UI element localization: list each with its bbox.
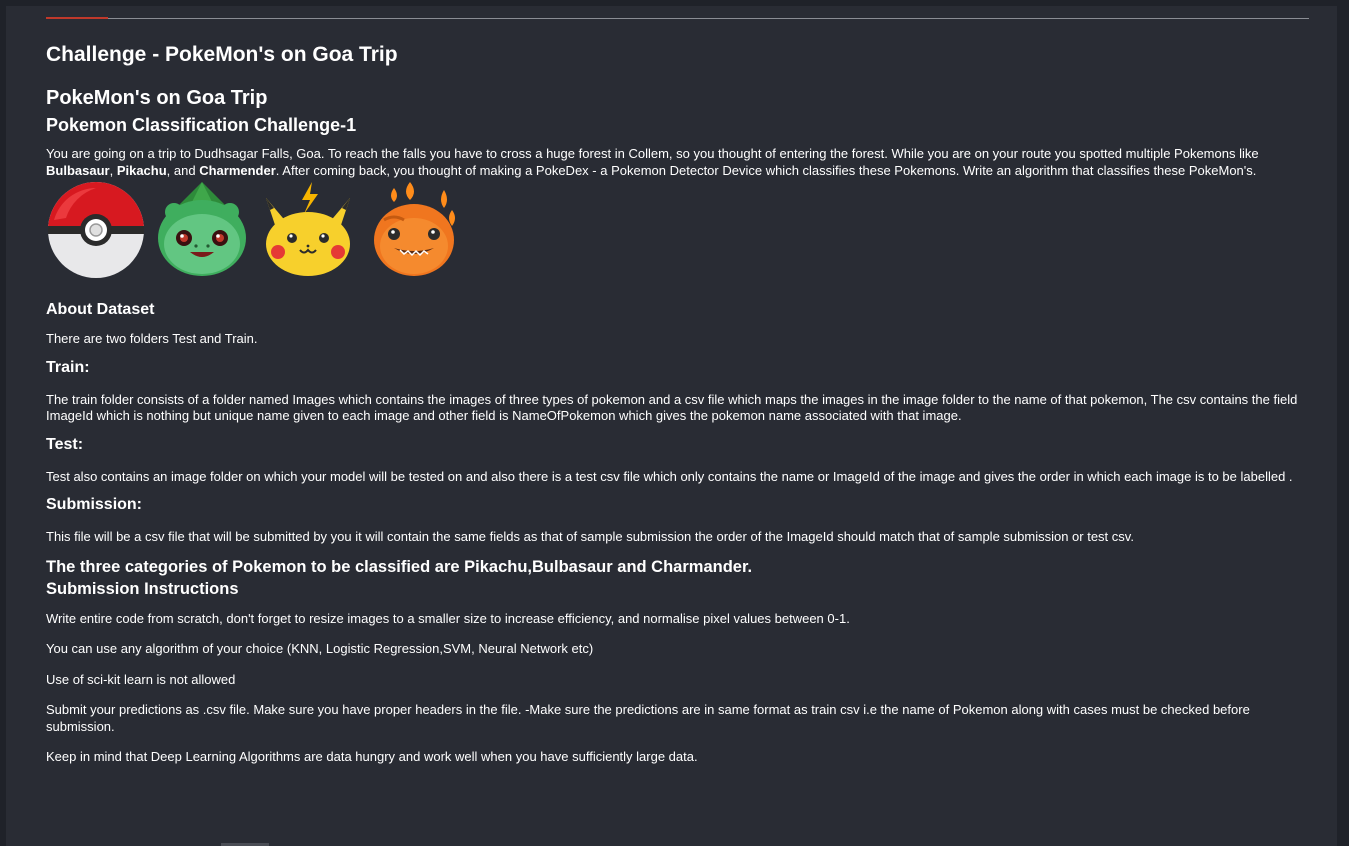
- intro-text: . After coming back, you thought of maki…: [275, 162, 1257, 178]
- about-dataset-text: There are two folders Test and Train.: [46, 331, 258, 346]
- instruction-item: Keep in mind that Deep Learning Algorith…: [46, 749, 698, 764]
- page-subtitle: Pokemon Classification Challenge-1: [46, 115, 357, 135]
- intro-text: You are going on a trip to Dudhsagar Fal…: [46, 146, 1259, 161]
- instruction-item: You can use any algorithm of your choice…: [46, 641, 594, 656]
- about-dataset-heading: About Dataset: [46, 301, 155, 318]
- charmander-icon: [374, 182, 455, 276]
- train-text: The train folder consists of a folder na…: [46, 391, 1298, 424]
- instruction-item: Submit your predictions as .csv file. Ma…: [46, 702, 1250, 734]
- test-text: Test also contains an image folder on wh…: [46, 468, 1293, 484]
- intro-separator: , and: [166, 162, 200, 178]
- problem-content: Challenge - PokeMon's on Goa Trip PokeMo…: [46, 40, 1308, 766]
- page-title: PokeMon's on Goa Trip: [46, 87, 268, 109]
- pokemon-image-row: [46, 180, 1308, 280]
- intro-separator: ,: [109, 162, 117, 178]
- test-heading: Test:: [46, 435, 84, 453]
- submission-text: This file will be a csv file that will b…: [46, 529, 1134, 544]
- pikachu-icon: [266, 182, 350, 276]
- instruction-item: Use of sci-kit learn is not allowed: [46, 671, 236, 687]
- intro-paragraph: You are going on a trip to Dudhsagar Fal…: [46, 146, 1308, 179]
- charmender-name: Charmender: [199, 162, 276, 178]
- pikachu-name: Pikachu: [116, 162, 167, 178]
- bulbasaur-name: Bulbasaur: [46, 162, 110, 178]
- active-tab-indicator: [46, 17, 108, 19]
- tab-divider: [46, 18, 1309, 19]
- bulbasaur-icon: [158, 182, 246, 276]
- challenge-title: Challenge - PokeMon's on Goa Trip: [46, 43, 398, 66]
- pokeball-icon: [48, 182, 144, 278]
- instruction-item: Write entire code from scratch, don't fo…: [46, 610, 850, 626]
- submission-heading: Submission:: [46, 496, 143, 513]
- categories-heading: The three categories of Pokemon to be cl…: [46, 557, 753, 576]
- instructions-heading: Submission Instructions: [46, 579, 239, 598]
- train-heading: Train:: [46, 358, 90, 376]
